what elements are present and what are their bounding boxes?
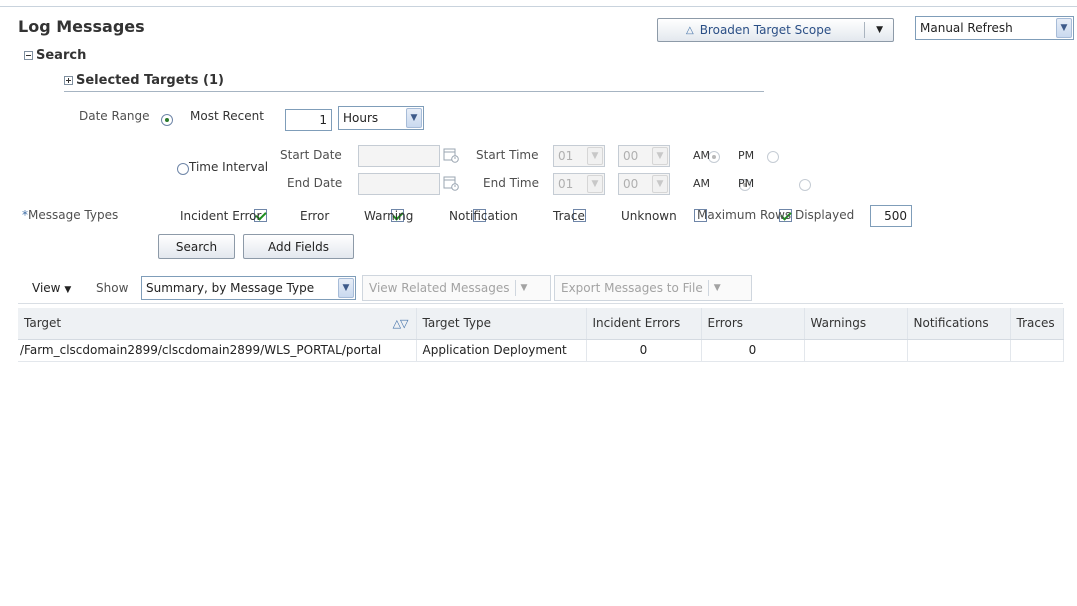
start-pm-radio[interactable] (767, 150, 780, 163)
cell-traces (1010, 339, 1064, 362)
cell-target-type: Application Deployment (416, 339, 587, 362)
column-header-traces[interactable]: Traces (1010, 308, 1064, 340)
chevron-down-icon: ▼ (652, 175, 668, 193)
end-pm-label: PM (738, 177, 755, 190)
end-date-label: End Date (287, 176, 343, 190)
caret-down-icon: ▼ (713, 283, 721, 293)
chevron-down-icon[interactable]: ▼ (876, 25, 883, 35)
max-rows-input[interactable]: 500 (870, 205, 912, 227)
cell-errors[interactable]: 0 (701, 339, 805, 362)
button-divider (864, 22, 865, 38)
end-pm-radio[interactable] (799, 178, 812, 191)
results-toolbar: View ▼ Show Summary, by Message Type ▼ V… (18, 272, 1063, 304)
column-header-notifications[interactable]: Notifications (907, 308, 1011, 340)
refresh-select-value: Manual Refresh (920, 21, 1013, 35)
cell-incident-errors[interactable]: 0 (586, 339, 702, 362)
start-hour-select[interactable]: 01 ▼ (553, 145, 605, 167)
collapse-icon (24, 51, 33, 60)
view-related-messages-button[interactable]: View Related Messages ▼ (362, 275, 551, 301)
export-messages-button[interactable]: Export Messages to File ▼ (554, 275, 752, 301)
column-header-target[interactable]: Target △▽ (18, 308, 417, 340)
end-am-label: AM (693, 177, 711, 190)
table-row[interactable]: /Farm_clscdomain2899/clscdomain2899/WLS_… (18, 339, 1064, 362)
start-time-label: Start Time (476, 148, 539, 162)
time-unit-select[interactable]: Hours ▼ (338, 106, 424, 130)
chevron-down-icon: ▼ (1056, 18, 1072, 38)
message-types-text: Message Types (28, 208, 119, 222)
button-divider (514, 280, 516, 296)
chevron-down-icon: ▼ (338, 278, 354, 298)
cell-target[interactable]: /Farm_clscdomain2899/clscdomain2899/WLS_… (18, 339, 417, 362)
search-section-toggle[interactable]: Search (24, 48, 86, 63)
trace-label: Trace (553, 209, 585, 223)
error-label: Error (300, 209, 330, 223)
most-recent-label: Most Recent (190, 109, 264, 123)
triangle-up-icon: △ (686, 24, 694, 36)
date-range-label: Date Range (79, 109, 150, 123)
time-unit-value: Hours (343, 111, 379, 125)
column-header-errors[interactable]: Errors (701, 308, 805, 340)
chevron-down-icon: ▼ (587, 175, 603, 193)
button-divider (707, 280, 709, 296)
start-pm-label: PM (738, 149, 755, 162)
chevron-down-icon: ▼ (652, 147, 668, 165)
refresh-select[interactable]: Manual Refresh ▼ (915, 16, 1074, 40)
notification-label: Notification (449, 209, 518, 223)
chevron-down-icon: ▼ (406, 108, 422, 128)
end-hour-value: 01 (558, 177, 574, 191)
selected-targets-label: Selected Targets (1) (76, 73, 224, 88)
end-date-input[interactable] (358, 173, 440, 195)
time-interval-radio[interactable] (176, 162, 189, 175)
calendar-icon[interactable] (443, 175, 459, 191)
broaden-target-scope-label: Broaden Target Scope (699, 23, 832, 37)
caret-down-icon: ▼ (520, 283, 528, 293)
cell-notifications (907, 339, 1011, 362)
chevron-down-icon: ▼ (587, 147, 603, 165)
incident-error-label: Incident Error (180, 209, 262, 223)
start-date-input[interactable] (358, 145, 440, 167)
view-menu-label: View (32, 281, 61, 295)
caret-down-icon: ▼ (64, 285, 72, 295)
page-title: Log Messages (18, 17, 145, 36)
expand-icon (64, 76, 73, 85)
unknown-label: Unknown (621, 209, 677, 223)
start-am-label: AM (693, 149, 711, 162)
column-header-warnings[interactable]: Warnings (804, 308, 908, 340)
end-minute-value: 00 (623, 177, 639, 191)
add-fields-button[interactable]: Add Fields (243, 234, 354, 259)
sort-icon[interactable]: △▽ (393, 317, 409, 330)
table-header-row: Target △▽ Target Type Incident Errors Er… (18, 308, 1064, 340)
column-header-target-type[interactable]: Target Type (416, 308, 587, 340)
column-header-label: Target (24, 316, 62, 331)
column-header-incident-errors[interactable]: Incident Errors (586, 308, 702, 340)
message-types-label: *Message Types (22, 208, 118, 222)
export-messages-label: Export Messages to File (561, 281, 703, 295)
most-recent-value-input[interactable]: 1 (285, 109, 332, 131)
view-menu[interactable]: View ▼ (32, 281, 71, 295)
search-button[interactable]: Search (158, 234, 235, 259)
start-hour-value: 01 (558, 149, 574, 163)
start-date-label: Start Date (280, 148, 342, 162)
results-table: Target △▽ Target Type Incident Errors Er… (18, 308, 1064, 362)
time-interval-label: Time Interval (189, 160, 269, 174)
max-rows-label: Maximum Rows Displayed (697, 208, 855, 222)
warning-label: Warning (364, 209, 414, 223)
end-time-label: End Time (483, 176, 539, 190)
top-divider (0, 6, 1077, 7)
show-select-value: Summary, by Message Type (146, 281, 315, 295)
calendar-icon[interactable] (443, 147, 459, 163)
start-minute-select[interactable]: 00 ▼ (618, 145, 670, 167)
start-minute-value: 00 (623, 149, 639, 163)
search-section-label: Search (36, 48, 87, 63)
show-label: Show (96, 281, 129, 295)
selected-targets-toggle[interactable]: Selected Targets (1) (64, 73, 224, 88)
end-minute-select[interactable]: 00 ▼ (618, 173, 670, 195)
end-hour-select[interactable]: 01 ▼ (553, 173, 605, 195)
show-select[interactable]: Summary, by Message Type ▼ (141, 276, 356, 300)
most-recent-radio[interactable] (161, 113, 173, 126)
broaden-target-scope-button[interactable]: △ Broaden Target Scope ▼ (657, 18, 894, 42)
view-related-messages-label: View Related Messages (369, 281, 510, 295)
cell-warnings (804, 339, 908, 362)
selected-targets-divider (64, 91, 764, 92)
